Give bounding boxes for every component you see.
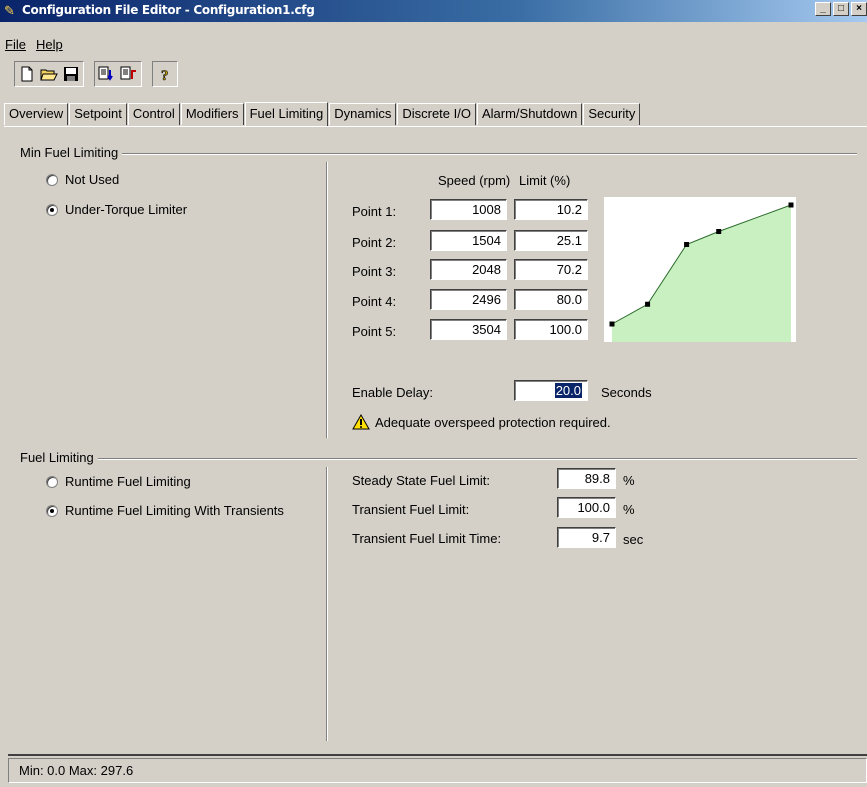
point-5-label: Point 5: bbox=[352, 324, 397, 339]
enable-delay-unit: Seconds bbox=[601, 385, 652, 400]
curve-point-5 bbox=[788, 202, 794, 208]
radio-not-used[interactable]: Not Used bbox=[46, 172, 119, 187]
new-file-button[interactable] bbox=[16, 63, 38, 85]
steady-state-unit: % bbox=[623, 473, 635, 488]
min-fuel-group-title: Min Fuel Limiting bbox=[20, 145, 123, 160]
curve-area bbox=[612, 205, 791, 342]
close-button[interactable]: × bbox=[851, 2, 867, 16]
speed-column-header: Speed (rpm) bbox=[438, 173, 511, 188]
menu-bar: File Help bbox=[0, 35, 68, 55]
export-button[interactable] bbox=[118, 63, 140, 85]
tab-dynamics[interactable]: Dynamics bbox=[329, 103, 397, 125]
title-bar: ✎ Configuration File Editor - Configurat… bbox=[0, 0, 867, 22]
warning-icon bbox=[352, 414, 370, 430]
transient-time-input[interactable]: 9.7 bbox=[557, 527, 616, 548]
import-icon bbox=[98, 66, 113, 81]
point-4-label: Point 4: bbox=[352, 294, 397, 309]
menu-file[interactable]: File bbox=[0, 35, 31, 55]
open-button[interactable] bbox=[38, 63, 60, 85]
import-button[interactable] bbox=[96, 63, 118, 85]
tab-discrete-i-o[interactable]: Discrete I/O bbox=[397, 103, 476, 125]
status-bar: Min: 0.0 Max: 297.6 bbox=[8, 758, 867, 783]
overspeed-warning: Adequate overspeed protection required. bbox=[375, 415, 611, 430]
tools-icon: ✎ bbox=[4, 3, 15, 18]
fuel-limit-curve-chart bbox=[604, 197, 796, 342]
toolbar: ? bbox=[14, 61, 188, 87]
save-disk-icon bbox=[64, 67, 78, 81]
window-title: Configuration File Editor - Configuratio… bbox=[22, 3, 315, 17]
export-icon bbox=[120, 66, 136, 80]
status-text: Min: 0.0 Max: 297.6 bbox=[19, 763, 134, 778]
transient-time-label: Transient Fuel Limit Time: bbox=[352, 531, 502, 546]
tab-fuel-limiting[interactable]: Fuel Limiting bbox=[244, 102, 329, 126]
enable-delay-label: Enable Delay: bbox=[352, 385, 433, 400]
point-5-limit-input[interactable]: 100.0 bbox=[514, 319, 588, 340]
help-button[interactable]: ? bbox=[154, 63, 176, 85]
curve-point-4 bbox=[716, 229, 722, 235]
save-button[interactable] bbox=[60, 63, 82, 85]
open-folder-icon bbox=[40, 69, 58, 81]
tab-alarm-shutdown[interactable]: Alarm/Shutdown bbox=[476, 103, 583, 125]
limit-column-header: Limit (%) bbox=[519, 173, 571, 188]
point-2-speed-input[interactable]: 1504 bbox=[430, 230, 507, 251]
radio-under-torque-limiter[interactable]: Under-Torque Limiter bbox=[46, 202, 187, 217]
point-1-speed-input[interactable]: 1008 bbox=[430, 199, 507, 220]
maximize-button[interactable]: □ bbox=[833, 2, 849, 16]
transient-label: Transient Fuel Limit: bbox=[352, 502, 470, 517]
tab-security[interactable]: Security bbox=[583, 103, 641, 125]
menu-help[interactable]: Help bbox=[31, 35, 68, 55]
point-3-limit-input[interactable]: 70.2 bbox=[514, 259, 588, 280]
svg-text:?: ? bbox=[161, 68, 169, 82]
point-4-limit-input[interactable]: 80.0 bbox=[514, 289, 588, 310]
point-3-speed-input[interactable]: 2048 bbox=[430, 259, 507, 280]
enable-delay-input[interactable]: 20.0 bbox=[514, 380, 588, 401]
curve-point-3 bbox=[684, 241, 690, 247]
point-1-label: Point 1: bbox=[352, 204, 397, 219]
transient-input[interactable]: 100.0 bbox=[557, 497, 616, 518]
tab-modifiers[interactable]: Modifiers bbox=[180, 103, 244, 125]
point-4-speed-input[interactable]: 2496 bbox=[430, 289, 507, 310]
tab-control[interactable]: Control bbox=[127, 103, 180, 125]
curve-point-2 bbox=[645, 301, 651, 307]
point-5-speed-input[interactable]: 3504 bbox=[430, 319, 507, 340]
transient-unit: % bbox=[623, 502, 635, 517]
help-icon: ? bbox=[161, 68, 169, 82]
radio-runtime-with-transients[interactable]: Runtime Fuel Limiting With Transients bbox=[46, 503, 284, 518]
new-file-icon bbox=[21, 66, 33, 82]
steady-state-input[interactable]: 89.8 bbox=[557, 468, 616, 489]
tab-strip: Overview Setpoint Control Modifiers Fuel Lim… bbox=[4, 101, 641, 126]
steady-state-label: Steady State Fuel Limit: bbox=[352, 473, 491, 488]
radio-runtime-fuel-limiting[interactable]: Runtime Fuel Limiting bbox=[46, 474, 191, 489]
tab-setpoint[interactable]: Setpoint bbox=[69, 103, 127, 125]
minimize-button[interactable]: _ bbox=[815, 2, 831, 16]
transient-time-unit: sec bbox=[623, 532, 644, 547]
point-2-limit-input[interactable]: 25.1 bbox=[514, 230, 588, 251]
point-2-label: Point 2: bbox=[352, 235, 397, 250]
curve-point-1 bbox=[609, 321, 615, 327]
point-3-label: Point 3: bbox=[352, 264, 397, 279]
point-1-limit-input[interactable]: 10.2 bbox=[514, 199, 588, 220]
fuel-limiting-group-title: Fuel Limiting bbox=[20, 450, 98, 465]
tab-overview[interactable]: Overview bbox=[4, 103, 69, 125]
